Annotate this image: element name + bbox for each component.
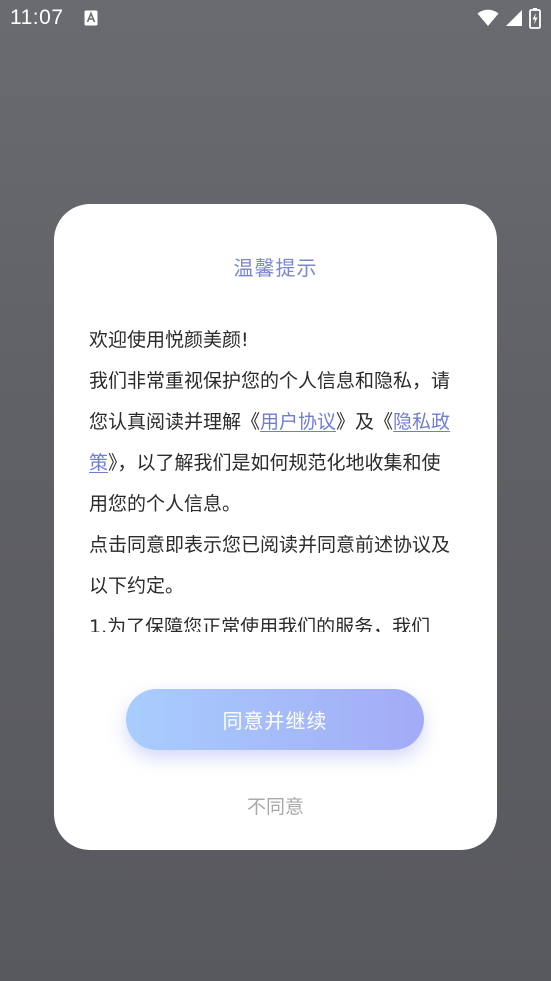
para1-mid: 》及《	[336, 411, 394, 433]
para1-end: 》，以了解我们是如何规范化地收集和使用您的个人信息。	[89, 452, 441, 515]
greeting-text: 欢迎使用悦颜美颜!	[89, 329, 249, 351]
consent-paragraph: 点击同意即表示您已阅读并同意前述协议及以下约定。	[89, 534, 451, 597]
wifi-icon	[477, 9, 499, 26]
status-bar: 11:07	[0, 0, 551, 38]
agree-continue-button[interactable]: 同意并继续	[126, 689, 424, 750]
status-time: 11:07	[10, 6, 64, 29]
a-text-icon	[84, 10, 98, 26]
user-agreement-link[interactable]: 用户协议	[260, 411, 336, 433]
status-icons	[477, 7, 541, 29]
disagree-button[interactable]: 不同意	[206, 790, 346, 820]
dialog-body[interactable]: 欢迎使用悦颜美颜! 我们非常重视保护您的个人信息和隐私，请您认真阅读并理解《用户…	[89, 320, 454, 632]
privacy-dialog: 温馨提示 欢迎使用悦颜美颜! 我们非常重视保护您的个人信息和隐私，请您认真阅读并…	[54, 204, 497, 850]
battery-charging-icon	[529, 7, 541, 29]
privacy-paragraph: 我们非常重视保护您的个人信息和隐私，请您认真阅读并理解《用户协议》及《隐私政策》…	[89, 361, 454, 525]
cellular-signal-icon	[506, 10, 522, 26]
terms-item-1: 1.为了保障您正常使用我们的服务，我们	[89, 616, 431, 632]
dialog-title: 温馨提示	[233, 256, 318, 280]
